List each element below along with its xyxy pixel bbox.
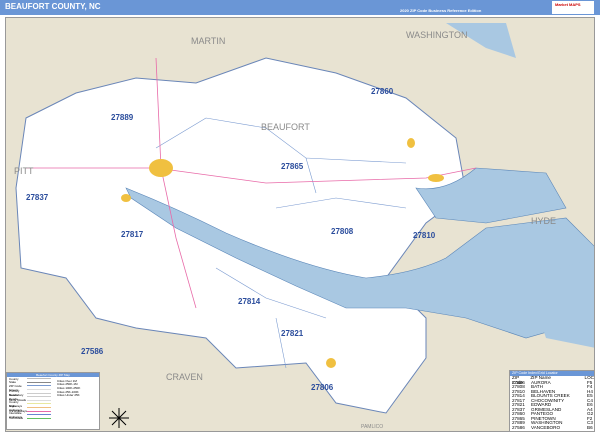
- county-label: PAMLICO: [361, 424, 383, 430]
- zip-label: 27808: [331, 227, 354, 236]
- zip-index-table: ZIP Code Index/Grid Locator ZIP Code ZIP …: [509, 370, 595, 432]
- compass-rose-icon: [109, 408, 129, 428]
- zip-label: 27810: [413, 231, 436, 240]
- zip-label: 27586: [81, 347, 104, 356]
- map-legend: Beaufort County ZIP Map County State ZIP…: [6, 372, 100, 430]
- map-canvas[interactable]: MARTIN WASHINGTON BEAUFORT PITT HYDE PAM…: [5, 17, 595, 432]
- edition-label: 2020 ZIP Code Business Reference Edition: [400, 8, 482, 13]
- zip-label: 27889: [111, 113, 134, 122]
- legend-city-size: Cities Under 25K: [57, 393, 80, 398]
- county-label: BEAUFORT: [261, 122, 310, 132]
- county-area: [15, 57, 467, 414]
- table-cell: B6: [587, 425, 593, 431]
- legend-item: Toll Roads: [9, 416, 24, 421]
- zip-label: 27806: [311, 383, 334, 392]
- table-row: 27586 VANCEBORO B6: [510, 425, 594, 431]
- map-title: BEAUFORT COUNTY, NC: [5, 2, 101, 11]
- county-label: CRAVEN: [166, 372, 203, 382]
- county-label: MARTIN: [191, 36, 225, 46]
- zip-label: 27817: [121, 230, 144, 239]
- zip-label: 27865: [281, 162, 304, 171]
- county-label: WASHINGTON: [406, 30, 468, 40]
- zip-label: 27860: [371, 87, 394, 96]
- market-maps-logo: Market MAPS: [552, 1, 594, 14]
- header: BEAUFORT COUNTY, NC 2020 ZIP Code Busine…: [0, 0, 600, 15]
- table-cell: VANCEBORO: [531, 425, 561, 431]
- zip-label: 27821: [281, 329, 304, 338]
- county-label: PITT: [14, 166, 34, 176]
- county-label: HYDE: [531, 216, 556, 226]
- table-cell: 27586: [512, 425, 525, 431]
- zip-label: 27837: [26, 193, 49, 202]
- zip-label: 27814: [238, 297, 261, 306]
